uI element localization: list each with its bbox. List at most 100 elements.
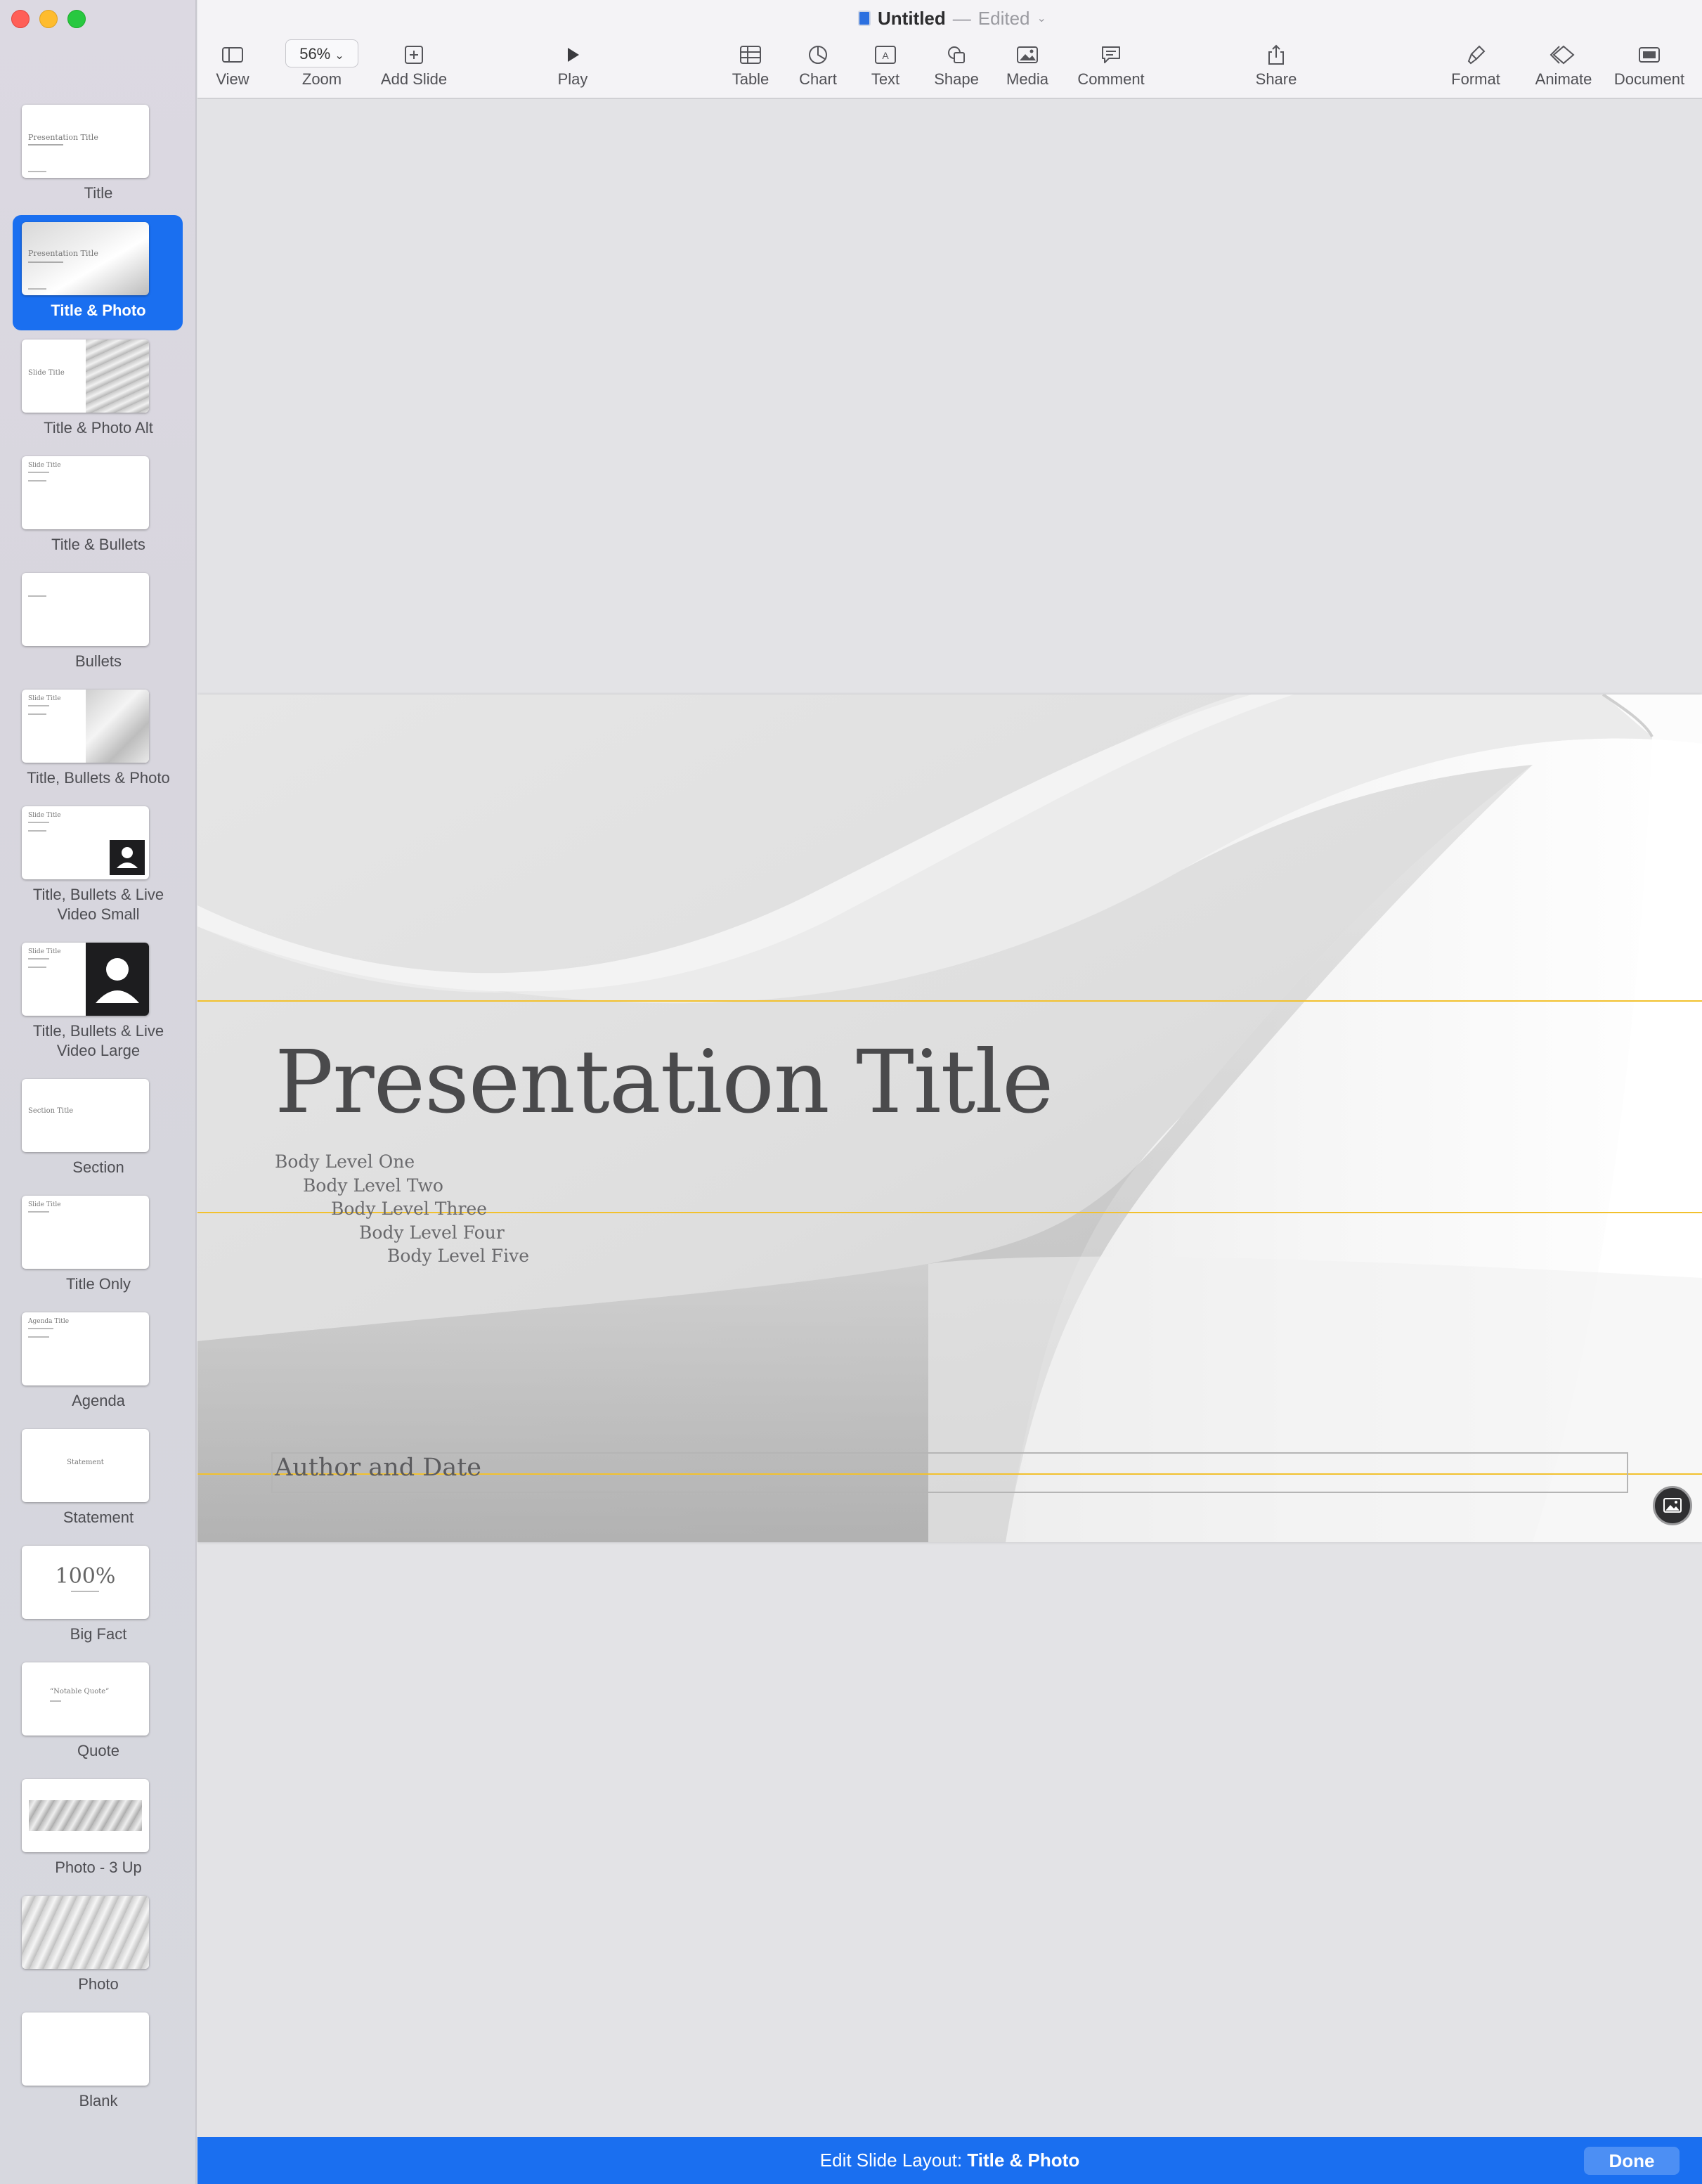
shape-label: Shape bbox=[934, 70, 979, 88]
person-icon bbox=[110, 840, 145, 875]
body-level-five[interactable]: Body Level Five bbox=[387, 1246, 529, 1266]
layout-thumbnail[interactable]: Statement bbox=[22, 1429, 149, 1502]
chevron-down-icon: ⌄ bbox=[334, 50, 344, 62]
text-button[interactable]: A Text bbox=[861, 37, 910, 96]
layout-thumbnail[interactable]: Section Title bbox=[22, 1079, 149, 1152]
pie-chart-icon bbox=[793, 37, 843, 70]
layout-thumbnail[interactable] bbox=[22, 1779, 149, 1852]
layout-thumbnail[interactable]: Agenda Title bbox=[22, 1312, 149, 1385]
layout-thumbnail[interactable] bbox=[22, 2012, 149, 2086]
layout-label: Title, Bullets & Live bbox=[32, 886, 164, 903]
thumbnail-footer-line bbox=[28, 288, 46, 290]
layout-thumbnail[interactable]: “Notable Quote” bbox=[22, 1662, 149, 1736]
play-label: Play bbox=[557, 70, 588, 88]
layout-label: Section bbox=[72, 1158, 124, 1176]
document-status: Edited bbox=[977, 7, 1030, 29]
photo-icon bbox=[996, 37, 1059, 70]
thumbnail-text: “Notable Quote” bbox=[50, 1688, 110, 1695]
replace-photo-button[interactable] bbox=[1653, 1486, 1692, 1525]
thumbnail-line bbox=[28, 967, 46, 968]
layout-thumbnail[interactable]: Slide Title bbox=[22, 690, 149, 763]
svg-text:A: A bbox=[882, 50, 889, 61]
layout-label: Bullets bbox=[74, 652, 122, 670]
zoom-window-button[interactable] bbox=[67, 10, 86, 28]
layout-thumbnail[interactable] bbox=[22, 1896, 149, 1969]
zoom-label: Zoom bbox=[301, 70, 342, 88]
body-level-three[interactable]: Body Level Three bbox=[331, 1198, 487, 1219]
done-button[interactable]: Done bbox=[1584, 2147, 1680, 2175]
media-label: Media bbox=[1006, 70, 1048, 88]
thumbnail-line bbox=[28, 480, 46, 482]
plus-square-icon bbox=[365, 37, 463, 70]
thumbnail-text: Presentation Title bbox=[28, 249, 98, 258]
zoom-select[interactable]: 56% ⌄ bbox=[285, 39, 358, 67]
chart-button[interactable]: Chart bbox=[793, 37, 843, 96]
comment-button[interactable]: Comment bbox=[1069, 37, 1153, 96]
thumbnail-text: Section Title bbox=[28, 1107, 74, 1115]
layout-label: Title & Photo Alt bbox=[44, 419, 153, 437]
layout-thumbnail[interactable]: 100% bbox=[22, 1546, 149, 1619]
play-button[interactable]: Play bbox=[545, 37, 601, 96]
layout-thumbnail[interactable]: Slide Title bbox=[22, 456, 149, 529]
text-label: Text bbox=[871, 70, 900, 88]
layout-thumbnail[interactable]: Slide Title bbox=[22, 943, 149, 1016]
thumbnail-footer-line bbox=[28, 171, 46, 172]
layout-thumbnail[interactable]: Presentation Title bbox=[22, 222, 149, 295]
layout-thumbnail[interactable]: Presentation Title bbox=[22, 105, 149, 178]
thumbnail-line bbox=[28, 958, 49, 959]
document-icon bbox=[858, 11, 871, 26]
share-icon bbox=[1252, 37, 1301, 70]
layout-thumbnail[interactable]: Slide Title bbox=[22, 340, 149, 413]
slide[interactable]: Presentation Title Body Level One Body L… bbox=[197, 694, 1702, 1542]
shape-icon bbox=[928, 37, 985, 70]
media-button[interactable]: Media bbox=[996, 37, 1059, 96]
thumbnail-subtitle-line bbox=[28, 144, 63, 146]
zoom-control[interactable]: 56% ⌄ Zoom bbox=[280, 37, 364, 96]
format-button[interactable]: Format bbox=[1444, 37, 1507, 96]
close-window-button[interactable] bbox=[11, 10, 30, 28]
edit-layout-prefix: Edit Slide Layout: bbox=[819, 2150, 963, 2171]
body-level-four[interactable]: Body Level Four bbox=[359, 1222, 505, 1243]
title-separator: — bbox=[952, 7, 971, 29]
layout-thumbnail[interactable]: Slide Title bbox=[22, 1196, 149, 1269]
slide-title[interactable]: Presentation Title bbox=[275, 1032, 1053, 1133]
thumbnail-text: 100% bbox=[55, 1564, 116, 1589]
thumbnail-text: Slide Title bbox=[28, 369, 65, 377]
photo-icon bbox=[1663, 1498, 1682, 1513]
share-button[interactable]: Share bbox=[1252, 37, 1301, 96]
animate-button[interactable]: Animate bbox=[1528, 37, 1599, 96]
thumbnail-line bbox=[28, 830, 46, 832]
document-label: Document bbox=[1613, 70, 1685, 88]
view-button[interactable]: View bbox=[212, 37, 254, 96]
layout-label: Quote bbox=[77, 1742, 119, 1759]
layout-thumbnail[interactable]: Slide Title bbox=[22, 806, 149, 879]
thumbnail-line bbox=[28, 1336, 49, 1338]
body-level-one[interactable]: Body Level One bbox=[275, 1151, 415, 1172]
document-panel-icon bbox=[1607, 37, 1691, 70]
window-title[interactable]: Untitled — Edited ⌄ bbox=[858, 6, 1046, 31]
thumbnail-text: Presentation Title bbox=[28, 133, 98, 142]
add-slide-button[interactable]: Add Slide bbox=[365, 37, 463, 96]
thumbnail-line bbox=[28, 713, 46, 715]
shape-button[interactable]: Shape bbox=[928, 37, 985, 96]
sidebar-icon bbox=[212, 37, 254, 70]
layout-thumbnail[interactable] bbox=[22, 573, 149, 646]
minimize-window-button[interactable] bbox=[39, 10, 58, 28]
layout-label: Photo - 3 Up bbox=[55, 1859, 142, 1876]
table-button[interactable]: Table bbox=[726, 37, 775, 96]
play-icon bbox=[545, 37, 601, 70]
paintbrush-icon bbox=[1444, 37, 1507, 70]
person-icon bbox=[86, 943, 149, 1016]
share-label: Share bbox=[1255, 70, 1297, 88]
body-level-two[interactable]: Body Level Two bbox=[303, 1175, 443, 1196]
document-button[interactable]: Document bbox=[1607, 37, 1691, 96]
author-and-date[interactable]: Author and Date bbox=[275, 1454, 481, 1482]
thumbnail-line bbox=[28, 1328, 53, 1329]
thumbnail-text: Slide Title bbox=[28, 462, 61, 469]
format-label: Format bbox=[1451, 70, 1500, 88]
thumbnail-text: Slide Title bbox=[28, 695, 61, 702]
toolbar: Untitled — Edited ⌄ View 56% ⌄ Zoom Add … bbox=[197, 0, 1702, 99]
layout-label: Big Fact bbox=[70, 1625, 127, 1643]
view-label: View bbox=[216, 70, 249, 88]
slide-canvas[interactable]: Presentation Title Body Level One Body L… bbox=[197, 99, 1702, 2137]
